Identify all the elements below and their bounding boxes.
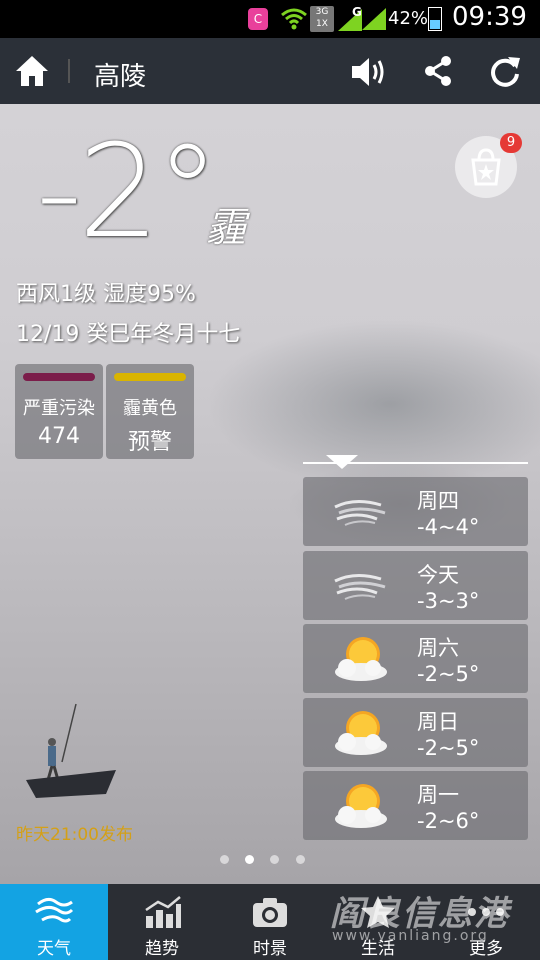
sun-cloud-icon — [335, 784, 387, 828]
current-temperature: -2° — [36, 118, 220, 267]
forecast-temp-range: -2~5° — [417, 662, 480, 686]
forecast-row[interactable]: 周六 -2~5° — [303, 624, 528, 693]
network-g-label: G — [352, 5, 362, 19]
forecast-collapse-arrow[interactable] — [326, 455, 358, 469]
warning-color-bar — [114, 373, 186, 381]
speaker-icon[interactable] — [350, 54, 388, 90]
refresh-icon[interactable] — [488, 54, 522, 88]
watermark-url: www.yanliang.org — [332, 928, 489, 944]
forecast-temp-range: -4~4° — [417, 515, 480, 539]
wind-humidity: 西风1级 湿度95% — [16, 282, 196, 307]
nav-weather[interactable]: 天气 — [0, 884, 108, 960]
status-bar: C 3G 1X G 42% 09:39 — [0, 0, 540, 38]
battery-icon — [428, 7, 442, 31]
share-icon[interactable] — [422, 55, 454, 87]
forecast-day: 周六 — [417, 636, 459, 660]
haze-icon — [334, 500, 386, 526]
forecast-row[interactable]: 周四 -4~4° — [303, 477, 528, 546]
clock: 09:39 — [452, 2, 527, 32]
haze-icon — [334, 574, 386, 600]
sun-cloud-icon — [335, 637, 387, 681]
page-dot[interactable] — [220, 855, 229, 864]
date-lunar: 12/19 癸巳年冬月十七 — [16, 322, 241, 347]
nav-scenery[interactable]: 时景 — [216, 884, 324, 960]
warning-value: 预警 — [127, 430, 172, 455]
title-bar: 高陵 — [0, 38, 540, 104]
notification-app-icon: C — [248, 8, 268, 30]
network-3g-indicator: 3G 1X — [310, 6, 334, 32]
nav-scenery-label: 时景 — [253, 939, 287, 959]
warning-label: 霾黄色 — [123, 398, 177, 419]
forecast-row[interactable]: 周一 -2~6° — [303, 771, 528, 840]
forecast-temp-range: -2~5° — [417, 736, 480, 760]
nav-weather-label: 天气 — [37, 939, 71, 959]
fisherman-boat-illustration — [26, 703, 116, 798]
sun-cloud-icon — [335, 711, 387, 755]
air-quality-label: 严重污染 — [23, 398, 95, 419]
air-quality-value: 474 — [38, 424, 80, 449]
city-name[interactable]: 高陵 — [94, 56, 146, 93]
wifi-icon — [281, 8, 307, 30]
battery-percent: 42% — [388, 8, 429, 29]
page-dot[interactable] — [296, 855, 305, 864]
forecast-row[interactable]: 今天 -3~3° — [303, 551, 528, 620]
air-quality-card[interactable]: 严重污染 474 — [15, 364, 103, 459]
nav-trend[interactable]: 趋势 — [108, 884, 216, 960]
trend-icon — [145, 896, 181, 928]
forecast-temp-range: -2~6° — [417, 809, 480, 833]
forecast-day: 周一 — [417, 783, 459, 807]
published-time: 昨天21:00发布 — [16, 825, 133, 845]
app-badge-letter: C — [253, 12, 263, 26]
forecast-temp-range: -3~3° — [417, 589, 480, 613]
air-quality-color-bar — [23, 373, 95, 381]
haze-warning-card[interactable]: 霾黄色 预警 — [106, 364, 194, 459]
page-dot[interactable] — [270, 855, 279, 864]
forecast-day: 周四 — [417, 489, 459, 513]
network-1x-label: 1X — [316, 19, 328, 29]
current-condition: 霾 — [206, 205, 246, 251]
forecast-row[interactable]: 周日 -2~5° — [303, 698, 528, 767]
forecast-day: 周日 — [417, 710, 459, 734]
nav-trend-label: 趋势 — [145, 939, 179, 959]
watermark: 阎良信息港 www.yanliang.org — [330, 884, 540, 960]
weather-icon — [35, 897, 74, 923]
camera-icon — [253, 898, 287, 927]
page-dot[interactable] — [245, 855, 254, 864]
network-3g-label: 3G — [315, 7, 329, 17]
home-icon[interactable] — [14, 53, 50, 89]
store-badge: 9 — [500, 133, 522, 153]
forecast-day: 今天 — [417, 563, 459, 587]
signal-2-icon — [362, 8, 386, 30]
title-divider — [68, 59, 70, 83]
